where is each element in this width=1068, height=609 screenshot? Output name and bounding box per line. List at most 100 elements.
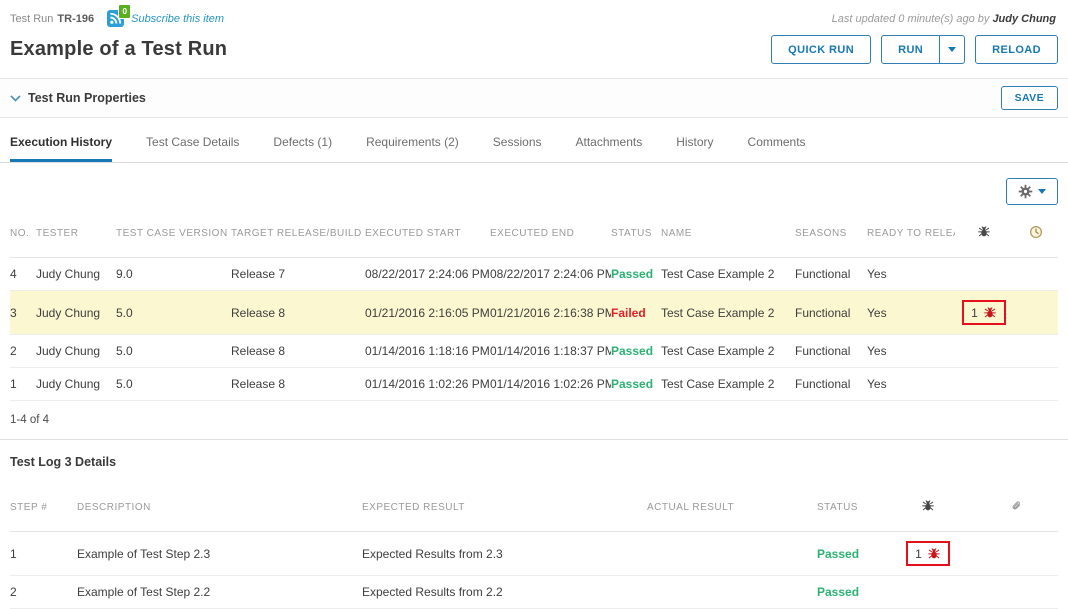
bug-icon [983, 305, 997, 320]
name-cell: Test Case Example 2 [661, 335, 795, 368]
tab-sessions[interactable]: Sessions [493, 135, 542, 162]
version-cell: 5.0 [116, 291, 231, 335]
tab-defects-1[interactable]: Defects (1) [273, 135, 332, 162]
defects-cell: 1 [882, 532, 982, 576]
executed-end-cell: 01/21/2016 2:16:38 PM [490, 291, 611, 335]
reload-button[interactable]: RELOAD [975, 35, 1058, 64]
test-step-row[interactable]: 1 Example of Test Step 2.3Expected Result… [10, 532, 1058, 576]
status-cell: Passed [611, 258, 661, 291]
tab-test-case-details[interactable]: Test Case Details [146, 135, 239, 162]
last-updated-prefix: Last updated 0 minute(s) ago by [832, 13, 990, 25]
defects-cell [955, 368, 1021, 401]
defect-link-annotated[interactable]: 1 [962, 300, 1006, 325]
column-header: STATUS [817, 483, 882, 532]
subscribe-link[interactable]: Subscribe this item [131, 13, 224, 25]
tester-cell: Judy Chung [36, 335, 116, 368]
executed-start-cell: 01/14/2016 1:02:26 PM [365, 368, 490, 401]
quick-run-button[interactable]: QUICK RUN [771, 35, 871, 64]
column-header: NAME [661, 209, 795, 258]
bug-icon [977, 224, 991, 239]
tester-cell: Judy Chung [36, 258, 116, 291]
ready-to-release-cell: Yes [867, 368, 955, 401]
status-cell: Failed [611, 291, 661, 335]
column-header: EXECUTED END [490, 209, 611, 258]
version-cell: 9.0 [116, 258, 231, 291]
column-header-clock-icon [1021, 209, 1058, 258]
column-header-bug-icon [882, 483, 982, 532]
seasons-cell: Functional [795, 335, 867, 368]
paperclip-icon [1010, 499, 1023, 513]
status-cell: Passed [611, 368, 661, 401]
status-badge: Passed [817, 585, 859, 599]
executed-start-cell: 01/14/2016 1:18:16 PM [365, 335, 490, 368]
pagination-label: 1-4 of 4 [0, 401, 1068, 439]
executed-end-cell: 01/14/2016 1:18:37 PM [490, 335, 611, 368]
status-badge: Passed [611, 267, 653, 281]
chevron-down-icon [948, 47, 956, 52]
test-run-properties-section[interactable]: Test Run Properties SAVE [0, 78, 1068, 118]
version-cell: 5.0 [116, 335, 231, 368]
run-button-group: RUN [881, 35, 965, 64]
actual-result-cell [647, 576, 817, 609]
save-button[interactable]: SAVE [1001, 86, 1058, 110]
column-header: STATUS [611, 209, 661, 258]
column-header-paperclip-icon [982, 483, 1058, 532]
release-cell: Release 8 [231, 291, 365, 335]
defect-link-annotated[interactable]: 1 [906, 541, 950, 566]
expected-result-cell: Expected Results from 2.3 [362, 532, 647, 576]
release-cell: Release 7 [231, 258, 365, 291]
run-dropdown-button[interactable] [939, 35, 965, 64]
tab-execution-history[interactable]: Execution History [10, 135, 112, 162]
column-header: READY TO RELEASE? [867, 209, 955, 258]
step-number-cell: 2 [10, 576, 77, 609]
attachments-cell [982, 576, 1058, 609]
table-settings-button[interactable] [1006, 178, 1058, 205]
subscribe-rss-icon[interactable]: 0 [107, 10, 124, 27]
no-cell: 1 [10, 368, 36, 401]
status-badge: Failed [611, 306, 646, 320]
execution-row[interactable]: 2Judy Chung5.0Release 801/14/2016 1:18:1… [10, 335, 1058, 368]
executed-start-cell: 08/22/2017 2:24:06 PM [365, 258, 490, 291]
bug-icon [927, 546, 941, 561]
description-cell: Example of Test Step 2.3 [77, 532, 362, 576]
ready-to-release-cell: Yes [867, 258, 955, 291]
execution-row[interactable]: 3Judy Chung5.0Release 801/21/2016 2:16:0… [10, 291, 1058, 335]
run-button[interactable]: RUN [881, 35, 940, 64]
ready-to-release-cell: Yes [867, 335, 955, 368]
seasons-cell: Functional [795, 291, 867, 335]
status-cell: Passed [817, 576, 882, 609]
column-header: TEST CASE VERSION [116, 209, 231, 258]
runs-cell [1021, 335, 1058, 368]
test-step-row[interactable]: 2Example of Test Step 2.2Expected Result… [10, 576, 1058, 609]
title-row: Example of a Test Run QUICK RUN RUN RELO… [0, 29, 1068, 76]
table-toolbar [0, 163, 1068, 209]
test-log-title: Test Log 3 Details [0, 440, 1068, 483]
seasons-cell: Functional [795, 368, 867, 401]
column-header: ACTUAL RESULT [647, 483, 817, 532]
column-header: SEASONS [795, 209, 867, 258]
tab-comments[interactable]: Comments [748, 135, 806, 162]
tab-attachments[interactable]: Attachments [576, 135, 643, 162]
tab-bar: Execution History Test Case Details Defect… [0, 118, 1068, 163]
test-log-table: STEP #DESCRIPTIONEXPECTED RESULTACTUAL R… [10, 483, 1058, 609]
executed-end-cell: 01/14/2016 1:02:26 PM [490, 368, 611, 401]
collapse-chevron-icon [10, 95, 21, 102]
column-header-bug-icon [955, 209, 1021, 258]
execution-row[interactable]: 4Judy Chung9.0Release 708/22/2017 2:24:0… [10, 258, 1058, 291]
column-header: DESCRIPTION [77, 483, 362, 532]
release-cell: Release 8 [231, 368, 365, 401]
expected-result-cell: Expected Results from 2.2 [362, 576, 647, 609]
tab-requirements-2[interactable]: Requirements (2) [366, 135, 459, 162]
column-header: EXPECTED RESULT [362, 483, 647, 532]
defects-cell [882, 576, 982, 609]
status-cell: Passed [611, 335, 661, 368]
defects-cell: 1 [955, 291, 1021, 335]
column-header: NO. [10, 209, 36, 258]
status-badge: Passed [817, 547, 859, 561]
subscription-count-badge: 0 [118, 4, 131, 19]
execution-row[interactable]: 1Judy Chung5.0Release 801/14/2016 1:02:2… [10, 368, 1058, 401]
tab-history[interactable]: History [676, 135, 713, 162]
tester-cell: Judy Chung [36, 368, 116, 401]
ready-to-release-cell: Yes [867, 291, 955, 335]
defects-cell [955, 335, 1021, 368]
